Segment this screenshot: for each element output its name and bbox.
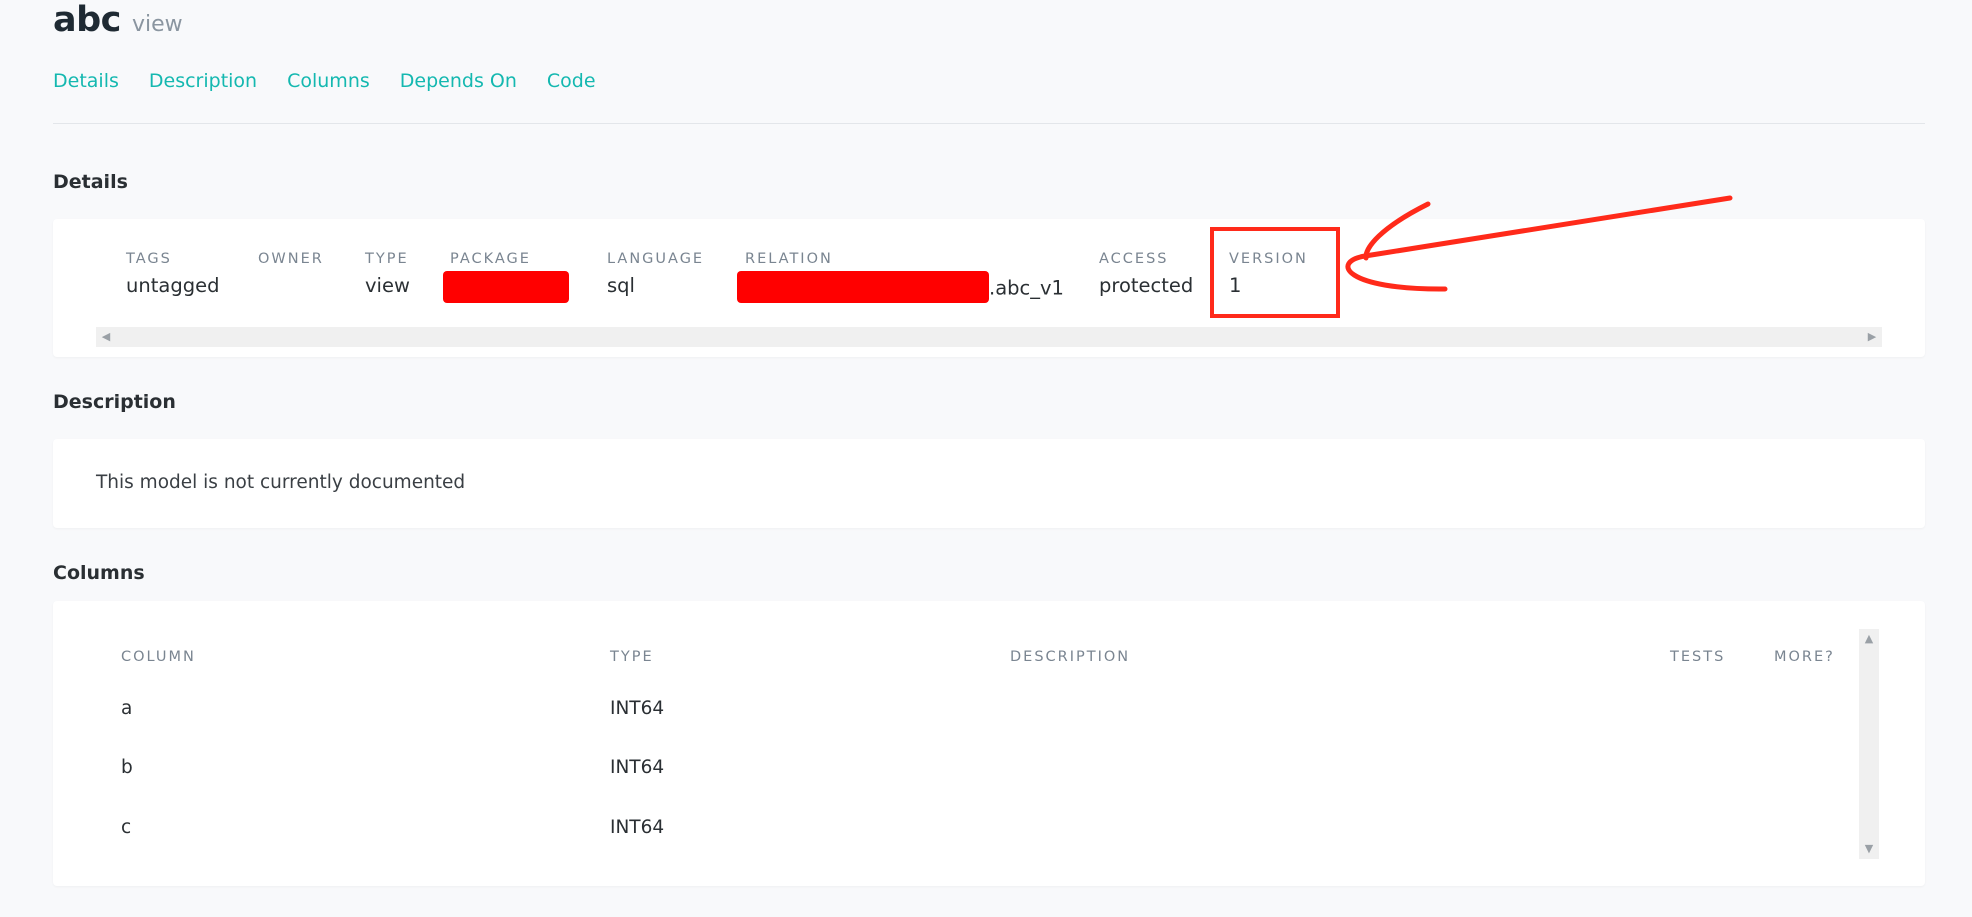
description-card: This model is not currently documented bbox=[53, 439, 1925, 528]
description-heading: Description bbox=[53, 391, 176, 413]
column-header-column: COLUMN bbox=[121, 649, 196, 665]
section-nav: Details Description Columns Depends On C… bbox=[53, 70, 596, 92]
detail-value: untagged bbox=[126, 274, 220, 297]
detail-label: PACKAGE bbox=[450, 251, 531, 267]
annotation-highlight-box bbox=[1210, 227, 1340, 318]
detail-label: ACCESS bbox=[1099, 251, 1169, 267]
column-name-cell: b bbox=[121, 757, 133, 778]
nav-link-code[interactable]: Code bbox=[547, 70, 596, 92]
header-divider bbox=[53, 123, 1925, 124]
detail-label: LANGUAGE bbox=[607, 251, 705, 267]
detail-owner: OWNER bbox=[258, 251, 324, 299]
scroll-right-icon[interactable]: ▶ bbox=[1862, 327, 1882, 347]
detail-value bbox=[443, 271, 569, 303]
vertical-scrollbar[interactable]: ▲ ▼ bbox=[1859, 629, 1879, 859]
detail-value: sql bbox=[607, 274, 635, 297]
nav-link-details[interactable]: Details bbox=[53, 70, 119, 92]
column-name-cell: c bbox=[121, 817, 132, 838]
detail-access: ACCESS protected bbox=[1099, 251, 1193, 299]
detail-value: view bbox=[365, 274, 410, 297]
model-name: abc bbox=[53, 0, 121, 40]
nav-link-columns[interactable]: Columns bbox=[287, 70, 370, 92]
nav-link-depends-on[interactable]: Depends On bbox=[400, 70, 517, 92]
horizontal-scrollbar[interactable]: ◀ ▶ bbox=[96, 327, 1882, 347]
detail-value: protected bbox=[1099, 274, 1194, 297]
scroll-up-icon[interactable]: ▲ bbox=[1859, 629, 1879, 649]
detail-label: OWNER bbox=[258, 251, 324, 267]
column-header-more: MORE? bbox=[1774, 649, 1835, 665]
detail-tags: TAGS untagged bbox=[126, 251, 219, 299]
detail-package: PACKAGE bbox=[443, 251, 569, 303]
redaction-block bbox=[737, 271, 989, 303]
detail-label: TAGS bbox=[126, 251, 172, 267]
detail-relation: RELATION .abc_v1 bbox=[737, 251, 1064, 303]
column-type-cell: INT64 bbox=[610, 698, 665, 719]
column-header-description: DESCRIPTION bbox=[1010, 649, 1131, 665]
detail-value bbox=[258, 273, 324, 299]
detail-label: RELATION bbox=[745, 251, 833, 267]
detail-label: TYPE bbox=[365, 251, 409, 267]
model-type: view bbox=[132, 12, 183, 37]
details-heading: Details bbox=[53, 171, 128, 193]
column-header-tests: TESTS bbox=[1670, 649, 1726, 665]
columns-card: COLUMN TYPE DESCRIPTION TESTS MORE? a IN… bbox=[53, 601, 1925, 886]
column-name-cell: a bbox=[121, 698, 133, 719]
detail-type: TYPE view bbox=[365, 251, 410, 299]
column-type-cell: INT64 bbox=[610, 757, 665, 778]
detail-value: .abc_v1 bbox=[737, 271, 1064, 303]
nav-link-description[interactable]: Description bbox=[149, 70, 257, 92]
scroll-down-icon[interactable]: ▼ bbox=[1859, 839, 1879, 859]
columns-heading: Columns bbox=[53, 562, 145, 584]
page-title: abc view bbox=[53, 0, 183, 40]
description-text: This model is not currently documented bbox=[96, 472, 466, 493]
detail-language: LANGUAGE sql bbox=[607, 251, 704, 299]
scroll-left-icon[interactable]: ◀ bbox=[96, 327, 116, 347]
details-card: TAGS untagged OWNER TYPE view PACKAGE LA… bbox=[53, 219, 1925, 357]
column-type-cell: INT64 bbox=[610, 817, 665, 838]
relation-suffix: .abc_v1 bbox=[989, 276, 1064, 300]
column-header-type: TYPE bbox=[610, 649, 654, 665]
redaction-block bbox=[443, 271, 569, 303]
